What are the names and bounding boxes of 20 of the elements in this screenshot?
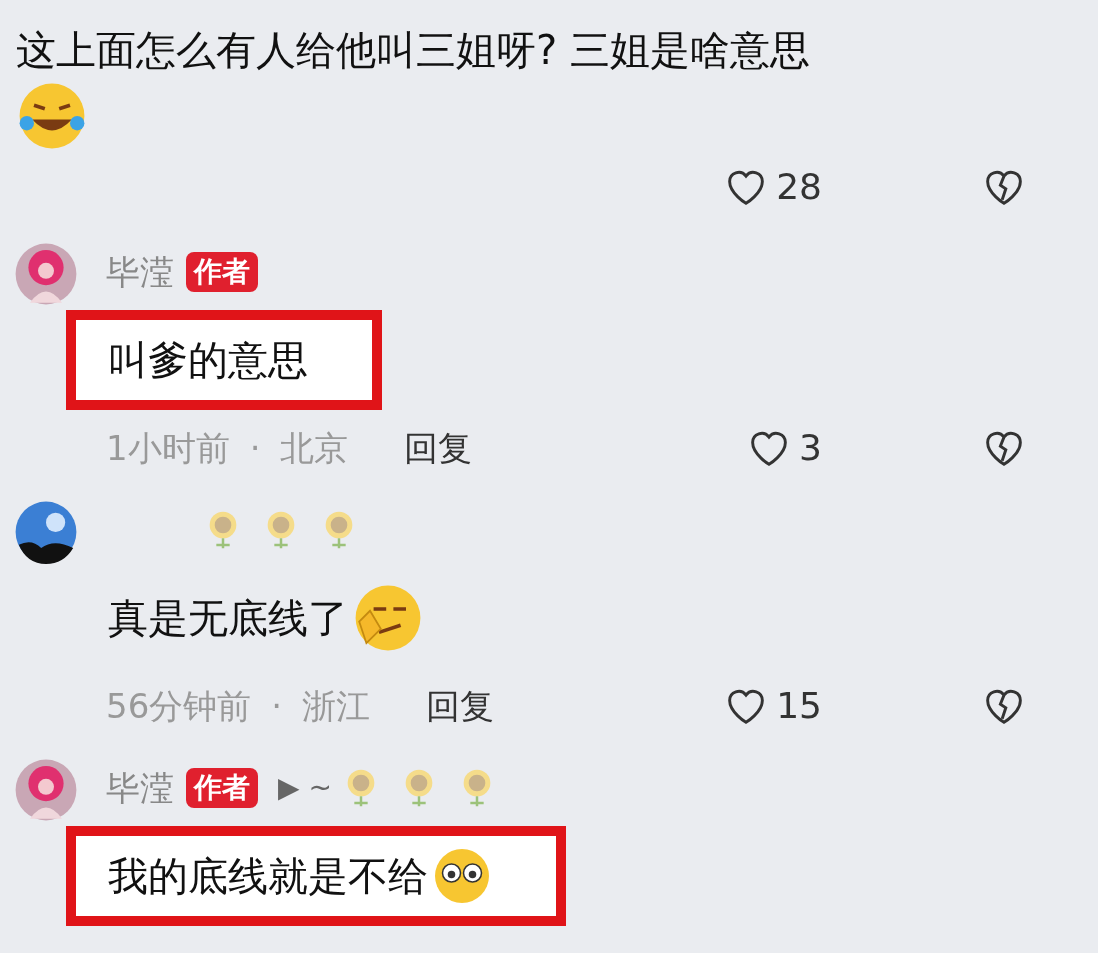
- avatar[interactable]: [14, 500, 78, 564]
- staring-emoji-icon: [432, 846, 492, 906]
- location: 浙江: [302, 684, 371, 728]
- like-count: 15: [776, 684, 822, 728]
- timestamp: 1小时前: [106, 426, 230, 470]
- separator-dot: ·: [249, 426, 261, 470]
- reply-button[interactable]: 回复: [404, 422, 473, 474]
- comment-text: 真是无底线了: [66, 568, 498, 668]
- reply-button[interactable]: 回复: [426, 680, 495, 732]
- like-count: 28: [776, 165, 822, 209]
- location: 北京: [280, 426, 349, 470]
- name-decoration: ▶ ~: [278, 770, 332, 806]
- like-count: 3: [799, 426, 822, 470]
- comment-text: 叫爹的意思: [66, 310, 382, 410]
- author-badge: 作者: [186, 768, 258, 808]
- author-badge: 作者: [186, 252, 258, 292]
- comment-text: 我的底线就是不给: [66, 826, 566, 926]
- separator-dot: ·: [271, 684, 283, 728]
- comment-text: 这上面怎么有人给他叫三姐呀? 三姐是啥意思: [16, 26, 811, 75]
- timestamp: 56分钟前: [106, 684, 252, 728]
